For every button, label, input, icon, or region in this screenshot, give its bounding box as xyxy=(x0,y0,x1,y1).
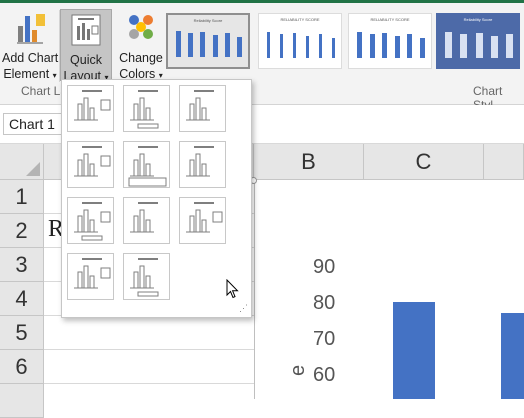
y-axis-label: e xyxy=(287,364,309,376)
quick-layout-option[interactable] xyxy=(67,141,114,188)
ribbon-accent-line xyxy=(0,0,524,3)
quick-layout-option[interactable] xyxy=(123,197,170,244)
chart-style-title: RELIABILITY SCORE xyxy=(280,17,320,22)
row-header-6[interactable]: 6 xyxy=(0,350,44,384)
quick-layout-label-1: Quick xyxy=(70,53,102,67)
chart-bar[interactable] xyxy=(393,302,435,399)
row-gridline xyxy=(44,383,254,384)
add-chart-label-2: Element xyxy=(3,67,50,81)
change-colors-label-1: Change xyxy=(119,51,163,65)
quick-layout-dropdown: ⋰ xyxy=(61,79,252,318)
chart-area[interactable]: 90 80 70 60 e xyxy=(254,180,524,399)
quick-layout-option[interactable] xyxy=(123,141,170,188)
quick-layout-option[interactable] xyxy=(67,253,114,300)
resize-grip-icon[interactable]: ⋰ xyxy=(239,303,248,314)
row-header-3[interactable]: 3 xyxy=(0,248,44,282)
select-all-corner[interactable] xyxy=(0,144,44,180)
quick-layout-option[interactable] xyxy=(123,85,170,132)
chart-style-title: Reliability Score xyxy=(193,18,223,23)
column-header-b[interactable]: B xyxy=(254,144,364,180)
quick-layout-option[interactable] xyxy=(179,85,226,132)
row-header-7[interactable] xyxy=(0,384,44,418)
row-header-1[interactable]: 1 xyxy=(0,180,44,214)
add-chart-label-1: Add Chart xyxy=(2,51,59,65)
chart-style-thumbnail[interactable]: RELIABILITY SCORE xyxy=(348,13,432,69)
chart-style-thumbnail[interactable]: RELIABILITY SCORE xyxy=(258,13,342,69)
column-header-c[interactable]: C xyxy=(364,144,484,180)
add-chart-element-icon xyxy=(15,12,45,50)
chart-style-thumbnail[interactable]: Reliability Score xyxy=(166,13,250,69)
mouse-pointer-icon xyxy=(226,278,240,304)
row-header-4[interactable]: 4 xyxy=(0,282,44,316)
row-header-2[interactable]: 2 xyxy=(0,214,44,248)
chart-style-thumbnail[interactable]: Reliability Score xyxy=(436,13,520,69)
name-box[interactable]: Chart 1 xyxy=(3,113,63,135)
quick-layout-option[interactable] xyxy=(179,197,226,244)
chart-style-title: Reliability Score xyxy=(463,17,493,22)
chart-bar[interactable] xyxy=(501,312,524,399)
quick-layout-icon xyxy=(71,14,101,50)
y-tick-label: 60 xyxy=(313,364,336,386)
quick-layout-option[interactable] xyxy=(123,253,170,300)
color-palette-icon xyxy=(126,12,156,48)
y-tick-label: 90 xyxy=(313,256,336,278)
quick-layout-button[interactable]: Quick Layout ▾ xyxy=(60,9,112,83)
select-all-triangle-icon xyxy=(26,162,40,176)
chevron-down-icon: ▾ xyxy=(52,71,57,80)
change-colors-button[interactable]: Change Colors ▾ xyxy=(115,8,167,81)
y-tick-label: 70 xyxy=(313,328,336,350)
y-tick-label: 80 xyxy=(313,292,336,314)
row-gridline xyxy=(44,349,254,350)
row-header-5[interactable]: 5 xyxy=(0,316,44,350)
column-header-d[interactable] xyxy=(484,144,524,180)
quick-layout-option[interactable] xyxy=(67,85,114,132)
chart-style-title: RELIABILITY SCORE xyxy=(370,17,410,22)
quick-layout-option[interactable] xyxy=(67,197,114,244)
chart-styles-gallery: Reliability Score RELIABILITY SCORE RELI… xyxy=(166,13,524,73)
quick-layout-option[interactable] xyxy=(179,141,226,188)
add-chart-element-button[interactable]: Add Chart Element ▾ xyxy=(2,8,59,81)
